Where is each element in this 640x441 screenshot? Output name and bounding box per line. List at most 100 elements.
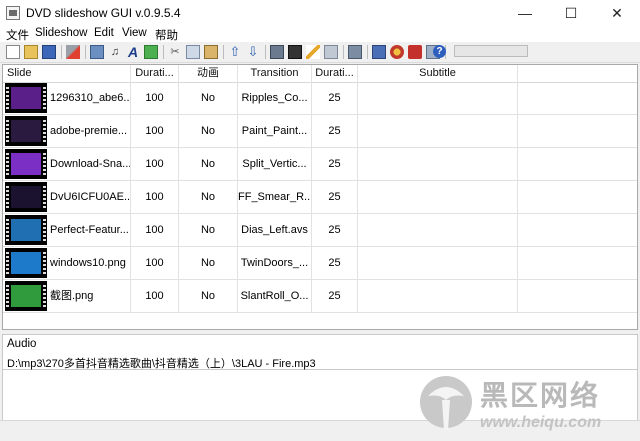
cell-tduration: 25 bbox=[312, 148, 358, 180]
table-row[interactable]: DvU6ICFU0AE... 100 No FF_Smear_R... 25 bbox=[3, 181, 637, 214]
table-row[interactable]: 1296310_abe6... 100 No Ripples_Co... 25 bbox=[3, 82, 637, 115]
cell-anim: No bbox=[179, 148, 238, 180]
cell-slide: Perfect-Featur... bbox=[3, 214, 131, 246]
cell-slide: 1296310_abe6... bbox=[3, 82, 131, 114]
copy-icon[interactable] bbox=[186, 45, 200, 59]
col-slide[interactable]: Slide bbox=[3, 65, 131, 82]
cell-subtitle bbox=[358, 181, 518, 213]
cell-subtitle bbox=[358, 148, 518, 180]
edit-icon[interactable] bbox=[306, 45, 320, 59]
background-icon[interactable] bbox=[144, 45, 158, 59]
app-icon bbox=[6, 6, 20, 20]
cut-icon[interactable]: ✂ bbox=[168, 45, 182, 59]
cell-transition: SlantRoll_O... bbox=[238, 280, 312, 312]
export-icon[interactable] bbox=[372, 45, 386, 59]
cell-filler bbox=[518, 214, 637, 246]
maximize-button[interactable]: ☐ bbox=[548, 0, 594, 26]
watermark-url: www.heiqu.com bbox=[480, 414, 602, 431]
add-image-icon[interactable] bbox=[90, 45, 104, 59]
help-icon[interactable]: ? bbox=[433, 45, 446, 58]
cell-tduration: 25 bbox=[312, 214, 358, 246]
toolbar-separator bbox=[163, 45, 164, 59]
grid-header: Slide Durati... 动画 Transition Durati... … bbox=[3, 65, 637, 83]
table-row[interactable]: adobe-premie... 100 No Paint_Paint... 25 bbox=[3, 115, 637, 148]
slide-thumbnail bbox=[5, 215, 47, 245]
cell-anim: No bbox=[179, 247, 238, 279]
open-folder-icon[interactable] bbox=[24, 45, 38, 59]
col-transition[interactable]: Transition bbox=[238, 65, 312, 82]
tools-icon[interactable] bbox=[66, 45, 80, 59]
table-row[interactable]: windows10.png 100 No TwinDoors_... 25 bbox=[3, 247, 637, 280]
table-row[interactable]: Perfect-Featur... 100 No Dias_Left.avs 25 bbox=[3, 214, 637, 247]
slide-filename: 截图.png bbox=[50, 290, 94, 302]
cell-tduration: 25 bbox=[312, 280, 358, 312]
cell-transition: Split_Vertic... bbox=[238, 148, 312, 180]
preview-icon[interactable] bbox=[348, 45, 362, 59]
cell-tduration: 25 bbox=[312, 82, 358, 114]
cell-subtitle bbox=[358, 247, 518, 279]
menu-slideshow[interactable]: Slideshow bbox=[35, 27, 87, 39]
move-up-icon[interactable]: ⇧ bbox=[228, 45, 242, 59]
toolbar-separator bbox=[223, 45, 224, 59]
text-icon[interactable]: A bbox=[126, 45, 140, 59]
menu-edit[interactable]: Edit bbox=[94, 27, 114, 39]
youtube-icon[interactable] bbox=[408, 45, 422, 59]
cell-slide: adobe-premie... bbox=[3, 115, 131, 147]
new-file-icon[interactable] bbox=[6, 45, 20, 59]
col-animation[interactable]: 动画 bbox=[179, 65, 238, 82]
minimize-button[interactable]: — bbox=[502, 0, 548, 26]
disc-icon[interactable] bbox=[390, 45, 404, 59]
watermark-text: 黑区网络 bbox=[480, 380, 601, 411]
move-down-icon[interactable]: ⇩ bbox=[246, 45, 260, 59]
col-duration[interactable]: Durati... bbox=[131, 65, 179, 82]
cell-tduration: 25 bbox=[312, 115, 358, 147]
slide-thumbnail bbox=[5, 281, 47, 311]
cell-anim: No bbox=[179, 280, 238, 312]
table-row[interactable]: Download-Sna... 100 No Split_Vertic... 25 bbox=[3, 148, 637, 181]
slide-filename: windows10.png bbox=[50, 257, 126, 269]
cell-duration: 100 bbox=[131, 280, 179, 312]
watermark: 黑区网络 www.heiqu.com bbox=[418, 372, 640, 438]
toolbar-separator bbox=[343, 45, 344, 59]
crop-icon[interactable] bbox=[324, 45, 338, 59]
cell-slide: Download-Sna... bbox=[3, 148, 131, 180]
clapper-icon[interactable] bbox=[288, 45, 302, 59]
progress-bar bbox=[454, 45, 528, 57]
menu-help[interactable]: 帮助 bbox=[155, 27, 178, 43]
menu-file[interactable]: 文件 bbox=[6, 27, 29, 43]
cell-slide: windows10.png bbox=[3, 247, 131, 279]
toolbar: ♫ A ✂ ⇧ ⇩ bbox=[0, 42, 640, 63]
music-icon[interactable]: ♫ bbox=[108, 45, 122, 59]
close-button[interactable]: ✕ bbox=[594, 0, 640, 26]
save-icon[interactable] bbox=[42, 45, 56, 59]
window-title: DVD slideshow GUI v.0.9.5.4 bbox=[26, 6, 181, 20]
cell-transition: Paint_Paint... bbox=[238, 115, 312, 147]
cell-duration: 100 bbox=[131, 214, 179, 246]
cell-transition: FF_Smear_R... bbox=[238, 181, 312, 213]
slide-thumbnail bbox=[5, 149, 47, 179]
toolbar-separator bbox=[265, 45, 266, 59]
menu-view[interactable]: View bbox=[122, 27, 147, 39]
cell-anim: No bbox=[179, 181, 238, 213]
slide-filename: Perfect-Featur... bbox=[50, 224, 129, 236]
cell-filler bbox=[518, 115, 637, 147]
watermark-logo-icon bbox=[420, 376, 472, 430]
cell-transition: Dias_Left.avs bbox=[238, 214, 312, 246]
toolbar-separator bbox=[367, 45, 368, 59]
slide-grid[interactable]: Slide Durati... 动画 Transition Durati... … bbox=[2, 64, 638, 330]
audio-track[interactable]: D:\mp3\270多首抖音精选歌曲\抖音精选（上）\3LAU - Fire.m… bbox=[7, 355, 316, 371]
cell-anim: No bbox=[179, 214, 238, 246]
cell-anim: No bbox=[179, 115, 238, 147]
film-icon[interactable] bbox=[270, 45, 284, 59]
audio-panel: Audio D:\mp3\270多首抖音精选歌曲\抖音精选（上）\3LAU - … bbox=[2, 334, 638, 370]
cell-subtitle bbox=[358, 214, 518, 246]
paste-icon[interactable] bbox=[204, 45, 218, 59]
col-subtitle[interactable]: Subtitle bbox=[358, 65, 518, 82]
col-filler bbox=[518, 65, 637, 82]
cell-transition: TwinDoors_... bbox=[238, 247, 312, 279]
col-transition-duration[interactable]: Durati... bbox=[312, 65, 358, 82]
cell-subtitle bbox=[358, 115, 518, 147]
slide-filename: adobe-premie... bbox=[50, 125, 128, 137]
cell-anim: No bbox=[179, 82, 238, 114]
table-row[interactable]: 截图.png 100 No SlantRoll_O... 25 bbox=[3, 280, 637, 313]
